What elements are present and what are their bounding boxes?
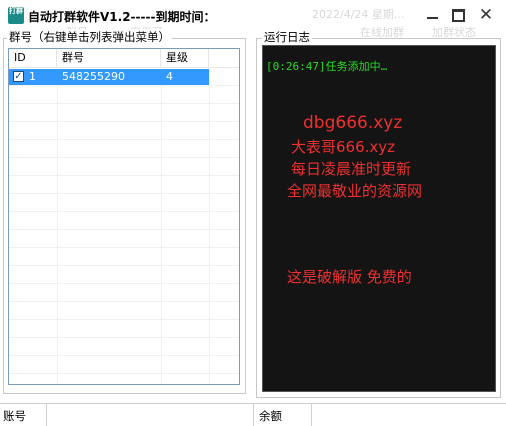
status-divider <box>253 404 254 426</box>
grid-line <box>9 229 239 230</box>
column-header-stars[interactable]: 星级 <box>161 49 209 67</box>
grid-line <box>9 193 239 194</box>
account-label: 账号 <box>3 409 26 423</box>
status-divider <box>46 404 47 426</box>
log-line: [0:26:47]任务添加中… <box>266 60 388 73</box>
grid-line <box>9 247 239 248</box>
grid-line <box>9 283 239 284</box>
grid-line <box>9 373 239 374</box>
column-header-id[interactable]: ID <box>9 49 57 67</box>
close-button[interactable]: ✕ <box>472 4 500 26</box>
table-row[interactable]: ✓ 1 548255290 4 <box>9 69 209 85</box>
grid-line <box>9 211 239 212</box>
column-header-group-number[interactable]: 群号 <box>57 49 161 67</box>
grid-line <box>9 157 239 158</box>
status-bar: 账号 余额 <box>0 403 506 426</box>
close-icon: ✕ <box>478 4 494 25</box>
grid-line <box>9 103 239 104</box>
grid-line <box>9 121 239 122</box>
watermark-text: 全网最敬业的资源网 <box>287 182 423 200</box>
grid-line <box>9 85 239 86</box>
group-log-title: 运行日志 <box>262 29 312 45</box>
row-group-number: 548255290 <box>62 70 125 83</box>
minimize-button[interactable] <box>418 4 446 26</box>
watermark-text: dbg666.xyz <box>303 113 403 133</box>
watermark-text: 这是破解版 免费的 <box>287 268 412 286</box>
maximize-icon <box>451 8 465 22</box>
grid-line <box>9 175 239 176</box>
grid-line <box>9 139 239 140</box>
maximize-button[interactable] <box>444 4 472 26</box>
ghost-date-text: 2022/4/24 星期... <box>312 8 405 21</box>
status-divider <box>311 404 312 426</box>
group-list-title: 群号（右键单击列表弹出菜单） <box>7 29 172 45</box>
window-title: 自动打群软件V1.2-----到期时间： <box>28 10 216 24</box>
row-id: 1 <box>29 70 36 83</box>
list-header: ID 群号 星级 <box>9 49 239 68</box>
watermark-text: 大表哥666.xyz <box>291 138 396 156</box>
grid-line <box>9 265 239 266</box>
row-checkbox[interactable]: ✓ <box>13 71 24 82</box>
watermark-text: 每日凌晨准时更新 <box>291 160 412 178</box>
grid-line <box>9 319 239 320</box>
minimize-icon <box>426 17 438 19</box>
app-icon: 打群 <box>8 7 24 24</box>
grid-line <box>9 301 239 302</box>
row-stars: 4 <box>166 70 173 83</box>
log-panel[interactable]: [0:26:47]任务添加中… dbg666.xyz 大表哥666.xyz 每日… <box>262 45 496 392</box>
group-list[interactable]: ID 群号 星级 ✓ 1 548255290 4 <box>8 48 240 385</box>
grid-line <box>9 337 239 338</box>
grid-line <box>9 355 239 356</box>
balance-label: 余额 <box>259 409 282 423</box>
